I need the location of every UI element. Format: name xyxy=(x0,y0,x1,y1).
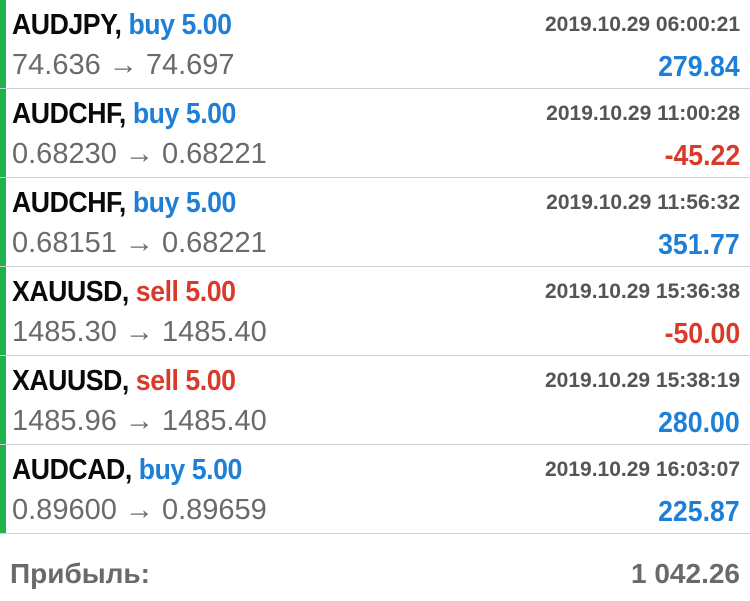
trade-prices: 0.68230 → 0.68221 xyxy=(12,138,267,170)
trade-history-list: AUDJPY, buy 5.00 2019.10.29 06:00:21 74.… xyxy=(0,0,750,534)
trade-time: 2019.10.29 15:36:38 xyxy=(545,280,740,303)
trade-time: 2019.10.29 11:00:28 xyxy=(546,102,740,125)
position-indicator xyxy=(0,89,6,177)
trade-prices: 1485.96 → 1485.40 xyxy=(12,405,267,437)
trade-time: 2019.10.29 11:56:32 xyxy=(546,191,740,214)
trade-prices: 74.636 → 74.697 xyxy=(12,49,235,81)
trade-header: AUDCAD, buy 5.00 xyxy=(12,454,242,487)
trade-symbol: XAUUSD, xyxy=(12,365,129,397)
trade-direction: buy 5.00 xyxy=(128,9,232,41)
position-indicator xyxy=(0,267,6,355)
trade-symbol: AUDJPY, xyxy=(12,9,122,41)
trade-direction: sell 5.00 xyxy=(135,365,236,397)
trade-row[interactable]: XAUUSD, sell 5.00 2019.10.29 15:38:19 14… xyxy=(0,356,750,445)
trade-row[interactable]: AUDJPY, buy 5.00 2019.10.29 06:00:21 74.… xyxy=(0,0,750,89)
trade-header: XAUUSD, sell 5.00 xyxy=(12,365,236,398)
trade-direction: sell 5.00 xyxy=(135,276,236,308)
trade-direction: buy 5.00 xyxy=(132,98,237,130)
trade-row[interactable]: AUDCAD, buy 5.00 2019.10.29 16:03:07 0.8… xyxy=(0,445,750,534)
trade-profit: 280.00 xyxy=(658,407,740,439)
trade-header: XAUUSD, sell 5.00 xyxy=(12,276,236,309)
trade-time: 2019.10.29 06:00:21 xyxy=(545,13,740,36)
trade-prices: 0.68151 → 0.68221 xyxy=(12,227,267,259)
trade-row[interactable]: AUDCHF, buy 5.00 2019.10.29 11:56:32 0.6… xyxy=(0,178,750,267)
trade-prices: 1485.30 → 1485.40 xyxy=(12,316,267,348)
profit-label: Прибыль: xyxy=(10,558,150,589)
trade-direction: buy 5.00 xyxy=(132,187,237,219)
trade-profit: -45.22 xyxy=(664,140,740,172)
profit-total: 1 042.26 xyxy=(631,558,740,589)
position-indicator xyxy=(0,356,6,444)
trade-profit: 225.87 xyxy=(658,496,740,528)
trade-row[interactable]: XAUUSD, sell 5.00 2019.10.29 15:36:38 14… xyxy=(0,267,750,356)
trade-header: AUDCHF, buy 5.00 xyxy=(12,187,236,220)
trade-profit: 279.84 xyxy=(658,51,740,83)
trade-symbol: AUDCHF, xyxy=(12,98,126,130)
trade-symbol: XAUUSD, xyxy=(12,276,129,308)
trade-profit: 351.77 xyxy=(658,229,740,261)
trade-row[interactable]: AUDCHF, buy 5.00 2019.10.29 11:00:28 0.6… xyxy=(0,89,750,178)
trade-direction: buy 5.00 xyxy=(138,454,243,486)
trade-time: 2019.10.29 16:03:07 xyxy=(545,458,740,481)
trade-profit: -50.00 xyxy=(664,318,740,350)
trade-symbol: AUDCHF, xyxy=(12,187,126,219)
trade-header: AUDJPY, buy 5.00 xyxy=(12,9,232,42)
trade-symbol: AUDCAD, xyxy=(12,454,132,486)
position-indicator xyxy=(0,445,6,533)
trade-header: AUDCHF, buy 5.00 xyxy=(12,98,236,131)
position-indicator xyxy=(0,178,6,266)
trade-prices: 0.89600 → 0.89659 xyxy=(12,494,267,526)
trade-time: 2019.10.29 15:38:19 xyxy=(545,369,740,392)
profit-summary: Прибыль: 1 042.26 xyxy=(0,542,750,601)
position-indicator xyxy=(0,0,6,88)
